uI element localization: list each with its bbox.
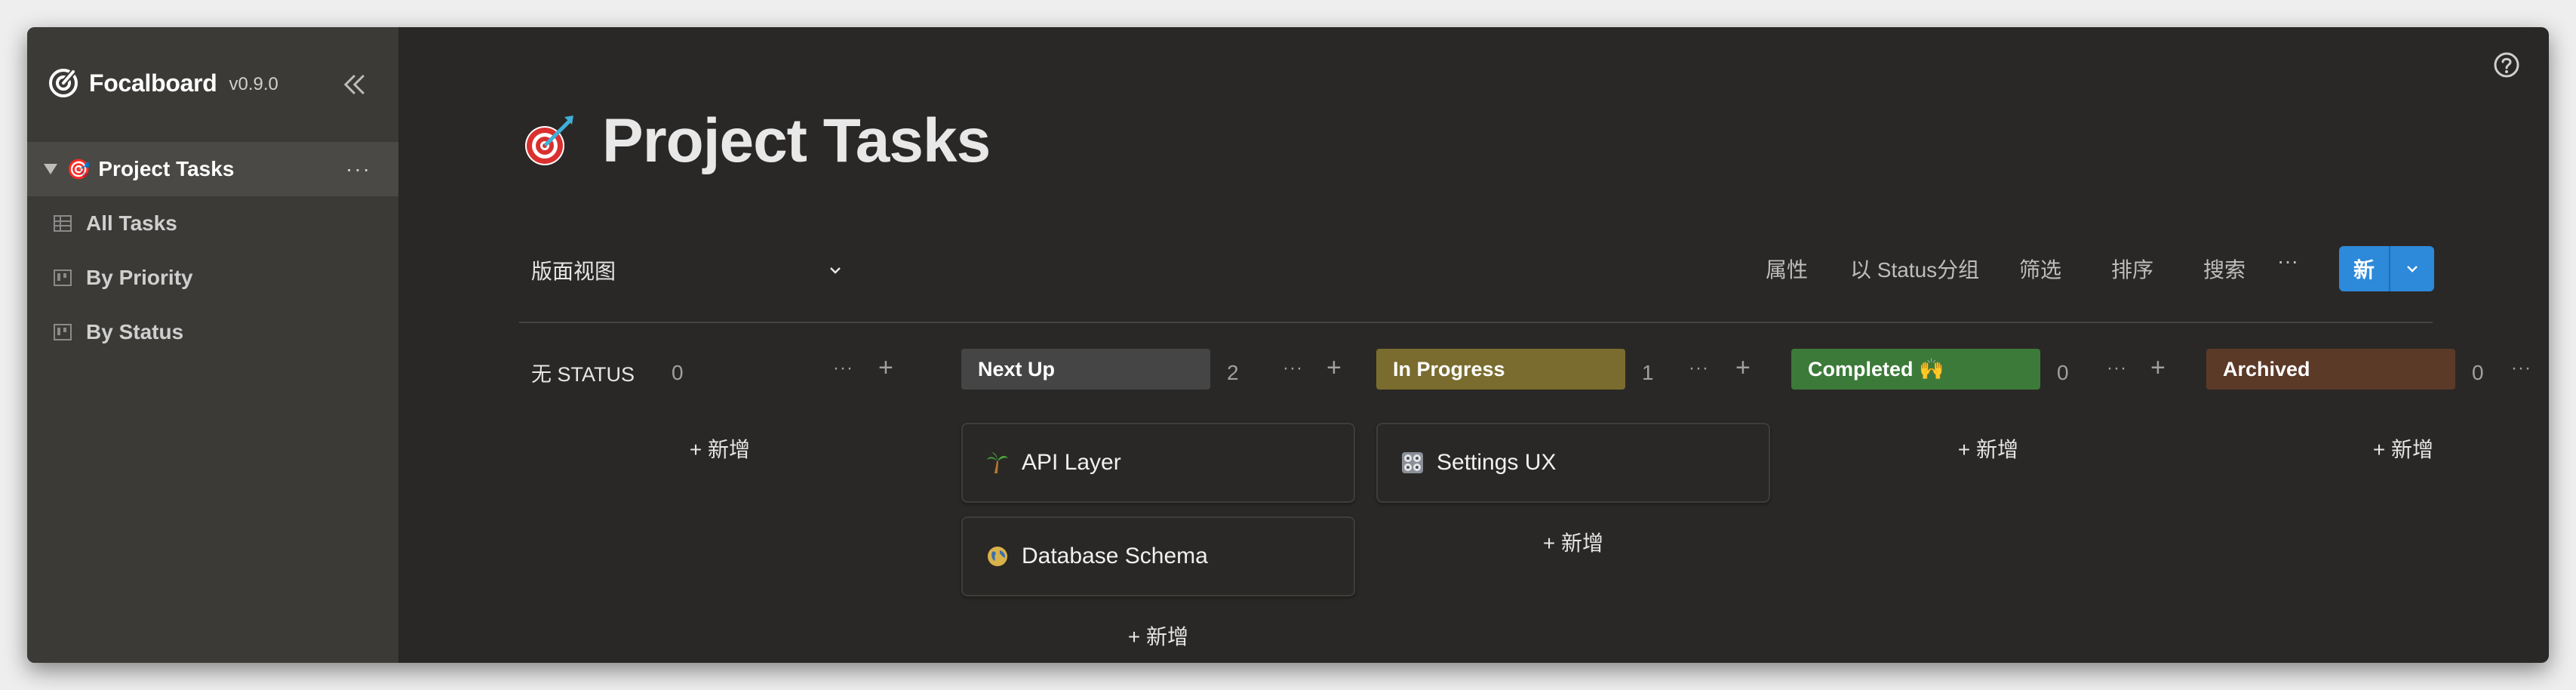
new-card-split-button: 新 [2339,246,2434,291]
column-count: 0 [2057,361,2069,384]
new-card-button[interactable]: 新 [2339,246,2390,291]
view-more-button[interactable]: ··· [2277,249,2298,273]
column-title[interactable]: Completed 🙌 [1791,349,2040,390]
sidebar-board-more-button[interactable]: ··· [346,157,371,181]
card-api-layer[interactable]: API Layer [961,423,1355,503]
column-count: 2 [1227,361,1239,384]
add-card-button[interactable]: + 新增 [1791,433,2185,464]
globe-icon [988,547,1007,566]
card-settings-ux[interactable]: Settings UX [1376,423,1770,503]
main-content: Project Tasks 版面视图 属性 以 Status分组 筛选 排序 搜… [398,27,2549,663]
board-title[interactable]: Project Tasks [602,106,991,177]
column-header: 无 STATUS 0 ··· + [531,322,928,386]
board-column-next-up: Next Up 2 ··· + API Layer Database Schem… [961,322,1358,648]
column-title[interactable]: Next Up [961,349,1210,390]
add-card-button[interactable]: + 新增 [961,621,1355,651]
properties-button[interactable]: 属性 [1766,254,1808,284]
column-more-button[interactable]: ··· [2107,358,2127,379]
chevron-down-icon [2407,266,2418,273]
sidebar-view-label: By Priority [86,266,193,289]
column-more-button[interactable]: ··· [2511,358,2531,379]
sidebar-view-label: All Tasks [86,211,177,235]
board-header: Project Tasks [519,106,991,177]
column-count: 1 [1642,361,1654,384]
column-more-button[interactable]: ··· [833,358,853,379]
sidebar-view-by-priority[interactable]: By Priority [27,251,398,305]
double-chevron-left-icon [343,74,365,95]
board-icon [54,270,72,286]
board-column-archived: Archived 0 ··· + 新增 [2206,322,2531,461]
board-icon [54,324,72,340]
column-header: Completed 🙌 0 ··· + [1791,322,2188,390]
help-icon[interactable] [2491,50,2522,80]
column-add-button[interactable]: + [1735,353,1751,383]
table-icon [54,215,72,232]
card-title: API Layer [1022,450,1121,475]
app-version: v0.9.0 [229,74,278,94]
column-add-button[interactable]: + [2150,353,2166,383]
app-window: Focalboard v0.9.0 🎯 Project Tasks ··· Al… [27,27,2549,663]
group-by-button[interactable]: 以 Status分组 [1850,254,1979,284]
board-column-no-status: 无 STATUS 0 ··· + + 新增 [531,322,928,461]
column-add-button[interactable]: + [1326,353,1342,383]
column-title[interactable]: Archived [2206,349,2455,390]
sort-button[interactable]: 排序 [2111,254,2153,284]
card-title: Database Schema [1022,544,1208,568]
app-name: Focalboard [89,69,217,97]
board-emoji-icon: 🎯 [66,157,91,180]
card-database-schema[interactable]: Database Schema [961,516,1355,596]
column-header: Next Up 2 ··· + [961,322,1358,390]
add-card-button[interactable]: + 新增 [531,433,908,464]
column-more-button[interactable]: ··· [1689,358,1709,379]
sidebar-view-label: By Status [86,320,184,343]
sidebar-view-by-status[interactable]: By Status [27,305,398,359]
view-selector-label: 版面视图 [531,260,616,283]
sidebar: Focalboard v0.9.0 🎯 Project Tasks ··· Al… [27,27,398,663]
board-column-in-progress: In Progress 1 ··· + Settings UX + 新增 [1376,322,1773,555]
dart-target-icon[interactable] [519,111,579,171]
column-more-button[interactable]: ··· [1283,358,1303,379]
sidebar-board-label: Project Tasks [98,157,235,180]
column-title[interactable]: In Progress [1376,349,1625,390]
brand: Focalboard v0.9.0 [47,60,278,106]
chevron-down-icon [830,267,841,274]
sidebar-view-all-tasks[interactable]: All Tasks [27,196,398,251]
caret-down-icon[interactable] [44,164,57,174]
control-knobs-icon [1402,452,1423,473]
new-template-dropdown[interactable] [2390,246,2434,291]
focalboard-logo-icon [49,69,78,97]
column-add-button[interactable]: + [878,353,893,383]
palm-tree-icon [987,452,1008,473]
column-header: Archived 0 ··· [2206,322,2531,390]
column-title: 无 STATUS [531,363,635,386]
view-selector[interactable]: 版面视图 [531,255,844,285]
column-count: 0 [672,361,684,384]
card-title: Settings UX [1437,450,1557,475]
collapse-sidebar-button[interactable] [334,66,376,103]
column-header: In Progress 1 ··· + [1376,322,1773,390]
view-toolbar: 版面视图 属性 以 Status分组 筛选 排序 搜索 ··· 新 [519,226,2434,323]
board-column-completed: Completed 🙌 0 ··· + + 新增 [1791,322,2188,461]
column-count: 0 [2472,361,2484,384]
add-card-button[interactable]: + 新增 [1376,527,1770,557]
search-button[interactable]: 搜索 [2203,254,2246,284]
filter-button[interactable]: 筛选 [2019,254,2061,284]
sidebar-board-project-tasks[interactable]: 🎯 Project Tasks ··· [27,142,398,196]
add-card-button[interactable]: + 新增 [2206,433,2549,464]
